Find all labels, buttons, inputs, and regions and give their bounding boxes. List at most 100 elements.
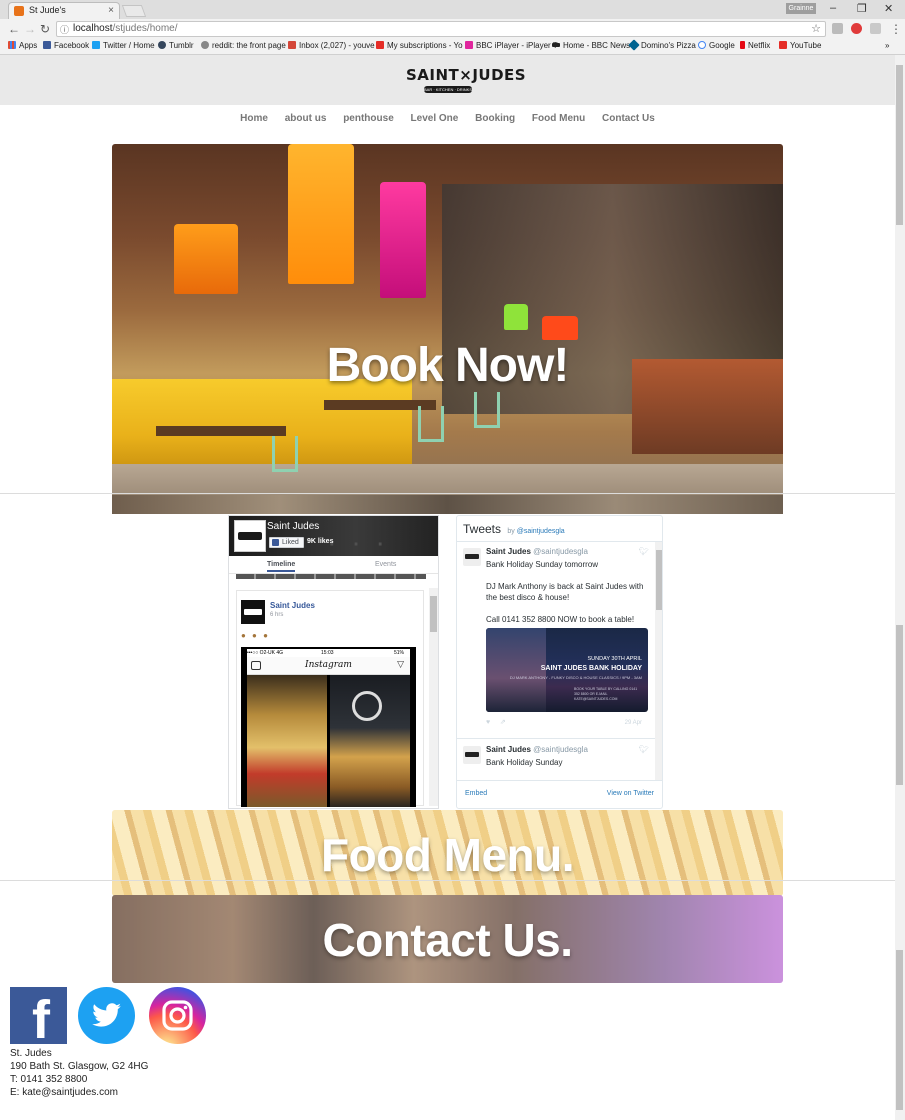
instagram-icon[interactable] bbox=[149, 987, 206, 1044]
nav-home[interactable]: Home bbox=[240, 113, 268, 124]
share-icon[interactable]: ⇗ bbox=[500, 719, 506, 726]
bookmark-youtube[interactable]: YouTube bbox=[779, 41, 821, 50]
pink-lamp bbox=[380, 182, 426, 298]
bookmark-dominos[interactable]: Domino's Pizza bbox=[628, 39, 696, 51]
phone-status-bar: •••○○ O2-UK 4G 15:03 51% bbox=[247, 649, 410, 657]
facebook-icon[interactable]: f bbox=[10, 987, 67, 1047]
facebook-icon bbox=[43, 41, 51, 49]
main-nav: Home about us penthouse Level One Bookin… bbox=[0, 113, 895, 129]
facebook-profile-picture[interactable] bbox=[234, 520, 266, 552]
tweet-image-card[interactable]: SUNDAY 30TH APRIL SAINT JUDES BANK HOLID… bbox=[486, 628, 648, 712]
bookmark-gmail[interactable]: Inbox (2,027) - youve bbox=[288, 41, 375, 50]
twitter-bird-icon[interactable]: 🐦︎ bbox=[639, 745, 649, 754]
bookmark-star-icon[interactable]: ☆ bbox=[811, 22, 821, 36]
info-icon[interactable]: ⓘ bbox=[60, 23, 69, 37]
forward-icon[interactable]: → bbox=[24, 22, 36, 36]
tweet-avatar[interactable] bbox=[463, 548, 481, 566]
reload-icon[interactable]: ↻ bbox=[40, 22, 50, 36]
cast-extension-icon[interactable] bbox=[832, 23, 843, 34]
adblock-extension-icon[interactable] bbox=[851, 23, 862, 34]
post-image[interactable]: •••○○ O2-UK 4G 15:03 51% Instagram ▽ bbox=[241, 647, 416, 807]
tweet-actions: ♥ ⇗ bbox=[486, 718, 506, 726]
logo-text: SAINT×JUDES bbox=[406, 66, 527, 84]
scrollbar-thumb[interactable] bbox=[896, 950, 903, 1110]
bookmarks-overflow[interactable]: » bbox=[885, 41, 889, 50]
bookmark-bbc-news[interactable]: Home - BBC News bbox=[552, 41, 630, 50]
tweet-author[interactable]: Saint Judes @saintjudesgla bbox=[486, 745, 588, 754]
restore-icon[interactable]: ❐ bbox=[857, 2, 867, 15]
iplayer-icon bbox=[465, 41, 473, 49]
card-title: SAINT JUDES BANK HOLIDAY bbox=[540, 665, 642, 672]
twitter-timeline-widget: Tweets by @saintjudesgla Saint Judes @sa… bbox=[456, 515, 663, 809]
facebook-tabs: Timeline Events bbox=[229, 556, 438, 574]
tweets-title: Tweets bbox=[463, 522, 502, 536]
like-heart-icon[interactable]: ♥ bbox=[486, 719, 490, 726]
bookmark-facebook[interactable]: Facebook bbox=[43, 41, 89, 50]
site-favicon-icon bbox=[14, 6, 24, 16]
page-scrollbar[interactable] bbox=[895, 55, 905, 1120]
menu-icon[interactable]: ⋮ bbox=[890, 22, 902, 36]
nav-level-one[interactable]: Level One bbox=[411, 113, 459, 124]
bookmark-youtube-subscriptions[interactable]: My subscriptions - Yo bbox=[376, 41, 463, 50]
reddit-icon bbox=[201, 41, 209, 49]
hero-image-strip bbox=[112, 495, 783, 514]
twitter-icon[interactable] bbox=[78, 987, 135, 1044]
post-time[interactable]: 6 hrs bbox=[270, 612, 283, 618]
twitter-scrollbar[interactable] bbox=[655, 542, 662, 780]
view-on-twitter-link[interactable]: View on Twitter bbox=[607, 790, 654, 797]
minimize-icon[interactable]: – bbox=[830, 2, 836, 14]
site-logo[interactable]: SAINT×JUDES BAR · KITCHEN · DRINKS bbox=[406, 66, 527, 96]
tab-timeline[interactable]: Timeline bbox=[267, 561, 296, 572]
twitter-icon bbox=[92, 41, 100, 49]
twitter-bird-icon[interactable]: 🐦︎ bbox=[639, 547, 649, 556]
bookmark-bbc-iplayer[interactable]: BBC iPlayer - iPlayer T bbox=[465, 41, 558, 50]
post-avatar[interactable] bbox=[241, 600, 265, 624]
bookmark-google[interactable]: Google bbox=[698, 41, 735, 50]
tweet-avatar[interactable] bbox=[463, 746, 481, 764]
twitter-handle-link[interactable]: @saintjudesgla bbox=[517, 528, 565, 535]
tweet-author[interactable]: Saint Judes @saintjudesgla bbox=[486, 547, 588, 556]
facebook-scrollbar[interactable] bbox=[429, 588, 438, 806]
scrollbar-thumb[interactable] bbox=[896, 65, 903, 225]
phone-number: T: 0141 352 8800 bbox=[10, 1074, 88, 1085]
bookmark-apps[interactable]: Apps bbox=[8, 41, 37, 50]
new-tab-button[interactable] bbox=[121, 5, 147, 17]
facebook-page-name[interactable]: Saint Judes bbox=[267, 521, 319, 532]
card-skyline bbox=[486, 628, 546, 712]
nav-contact-us[interactable]: Contact Us bbox=[602, 113, 655, 124]
extension-icon[interactable] bbox=[870, 23, 881, 34]
post-emoji-icons: ● ● ● bbox=[241, 631, 270, 640]
close-window-icon[interactable]: ✕ bbox=[884, 2, 893, 15]
nav-food-menu[interactable]: Food Menu bbox=[532, 113, 585, 124]
instagram-header: Instagram ▽ bbox=[247, 657, 410, 675]
food-menu-banner[interactable]: Food Menu. bbox=[112, 810, 783, 896]
nav-booking[interactable]: Booking bbox=[475, 113, 515, 124]
bookmark-tumblr[interactable]: Tumblr bbox=[158, 41, 194, 50]
nav-about-us[interactable]: about us bbox=[285, 113, 327, 124]
page-viewport: SAINT×JUDES BAR · KITCHEN · DRINKS Home … bbox=[0, 55, 895, 1120]
back-icon[interactable]: ← bbox=[8, 22, 20, 36]
bookmark-twitter[interactable]: Twitter / Home bbox=[92, 41, 155, 50]
google-icon bbox=[698, 41, 706, 49]
youtube-icon bbox=[779, 41, 787, 49]
post-author[interactable]: Saint Judes bbox=[270, 601, 315, 610]
contact-us-banner[interactable]: Contact Us. bbox=[112, 895, 783, 983]
scrollbar-thumb[interactable] bbox=[896, 625, 903, 785]
bookmark-reddit[interactable]: reddit: the front page bbox=[201, 41, 286, 50]
browser-chrome: St Jude's × Grainne – ❐ ✕ ← → ↻ ⓘ localh… bbox=[0, 0, 905, 55]
bookmarks-bar: Apps Facebook Twitter / Home Tumblr redd… bbox=[0, 39, 905, 54]
book-now-hero[interactable]: Book Now! bbox=[112, 144, 783, 514]
hero-chair bbox=[272, 436, 298, 472]
browser-tab[interactable]: St Jude's × bbox=[8, 2, 120, 19]
profile-button[interactable]: Grainne bbox=[786, 3, 816, 14]
tweet: Saint Judes @saintjudesgla 🐦︎ Bank Holid… bbox=[457, 740, 655, 780]
twitter-embed-link[interactable]: Embed bbox=[465, 790, 487, 797]
address-bar[interactable]: ⓘ localhost/stjudes/home/ ☆ bbox=[56, 21, 826, 37]
tweet-date[interactable]: 29 Apr bbox=[625, 720, 642, 726]
close-tab-icon[interactable]: × bbox=[108, 3, 114, 18]
bbc-icon bbox=[552, 43, 560, 47]
tab-events[interactable]: Events bbox=[375, 561, 396, 568]
facebook-liked-button[interactable]: Liked bbox=[269, 537, 304, 548]
nav-penthouse[interactable]: penthouse bbox=[343, 113, 394, 124]
bookmark-netflix[interactable]: Netflix bbox=[740, 41, 770, 50]
